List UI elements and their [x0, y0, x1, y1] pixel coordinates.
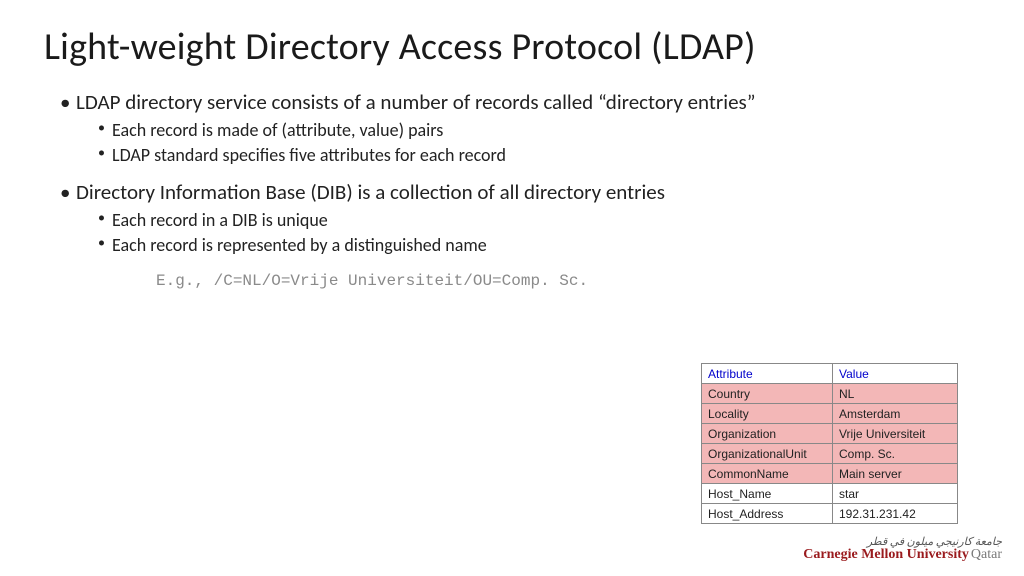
- sub-bullet-item: Each record is made of (attribute, value…: [98, 118, 964, 143]
- cell-value: Main server: [833, 464, 958, 484]
- footer-qatar: Qatar: [971, 547, 1002, 562]
- cell-attr: CommonName: [702, 464, 833, 484]
- header-attribute: Attribute: [702, 364, 833, 384]
- cell-attr: OrganizationalUnit: [702, 444, 833, 464]
- example-code: E.g., /C=NL/O=Vrije Universiteit/OU=Comp…: [60, 268, 964, 290]
- table-row: Host_Address 192.31.231.42: [702, 504, 958, 524]
- header-value: Value: [833, 364, 958, 384]
- sub-bullet-item: Each record is represented by a distingu…: [98, 233, 964, 258]
- cell-attr: Locality: [702, 404, 833, 424]
- attribute-table-wrap: Attribute Value Country NL Locality Amst…: [701, 363, 958, 524]
- cell-attr: Host_Name: [702, 484, 833, 504]
- cell-value: Amsterdam: [833, 404, 958, 424]
- slide-body: LDAP directory service consists of a num…: [0, 80, 1024, 290]
- footer-cmu: Carnegie Mellon University: [803, 547, 969, 562]
- cell-value: star: [833, 484, 958, 504]
- cell-attr: Organization: [702, 424, 833, 444]
- sub-bullet-list: Each record is made of (attribute, value…: [76, 118, 964, 168]
- sub-bullet-item: Each record in a DIB is unique: [98, 208, 964, 233]
- table-header-row: Attribute Value: [702, 364, 958, 384]
- bullet-item: LDAP directory service consists of a num…: [60, 88, 964, 168]
- bullet-list: LDAP directory service consists of a num…: [60, 88, 964, 258]
- attribute-table: Attribute Value Country NL Locality Amst…: [701, 363, 958, 524]
- table-row: Organization Vrije Universiteit: [702, 424, 958, 444]
- bullet-text: LDAP directory service consists of a num…: [76, 89, 756, 115]
- cell-value: Vrije Universiteit: [833, 424, 958, 444]
- table-row: OrganizationalUnit Comp. Sc.: [702, 444, 958, 464]
- footer-arabic-text: جامعة كارنيجي ميلون في قطر: [803, 536, 1002, 547]
- table-row: Locality Amsterdam: [702, 404, 958, 424]
- bullet-item: Directory Information Base (DIB) is a co…: [60, 178, 964, 258]
- sub-bullet-item: LDAP standard specifies five attributes …: [98, 143, 964, 168]
- slide-title: Light-weight Directory Access Protocol (…: [0, 0, 1024, 80]
- table-row: CommonName Main server: [702, 464, 958, 484]
- cell-attr: Host_Address: [702, 504, 833, 524]
- table-row: Country NL: [702, 384, 958, 404]
- bullet-text: Directory Information Base (DIB) is a co…: [76, 179, 665, 205]
- sub-bullet-list: Each record in a DIB is unique Each reco…: [76, 208, 964, 258]
- cell-attr: Country: [702, 384, 833, 404]
- cell-value: 192.31.231.42: [833, 504, 958, 524]
- cell-value: NL: [833, 384, 958, 404]
- cell-value: Comp. Sc.: [833, 444, 958, 464]
- footer-university: Carnegie Mellon UniversityQatar: [803, 548, 1002, 562]
- footer-logo: جامعة كارنيجي ميلون في قطر Carnegie Mell…: [803, 536, 1002, 562]
- table-row: Host_Name star: [702, 484, 958, 504]
